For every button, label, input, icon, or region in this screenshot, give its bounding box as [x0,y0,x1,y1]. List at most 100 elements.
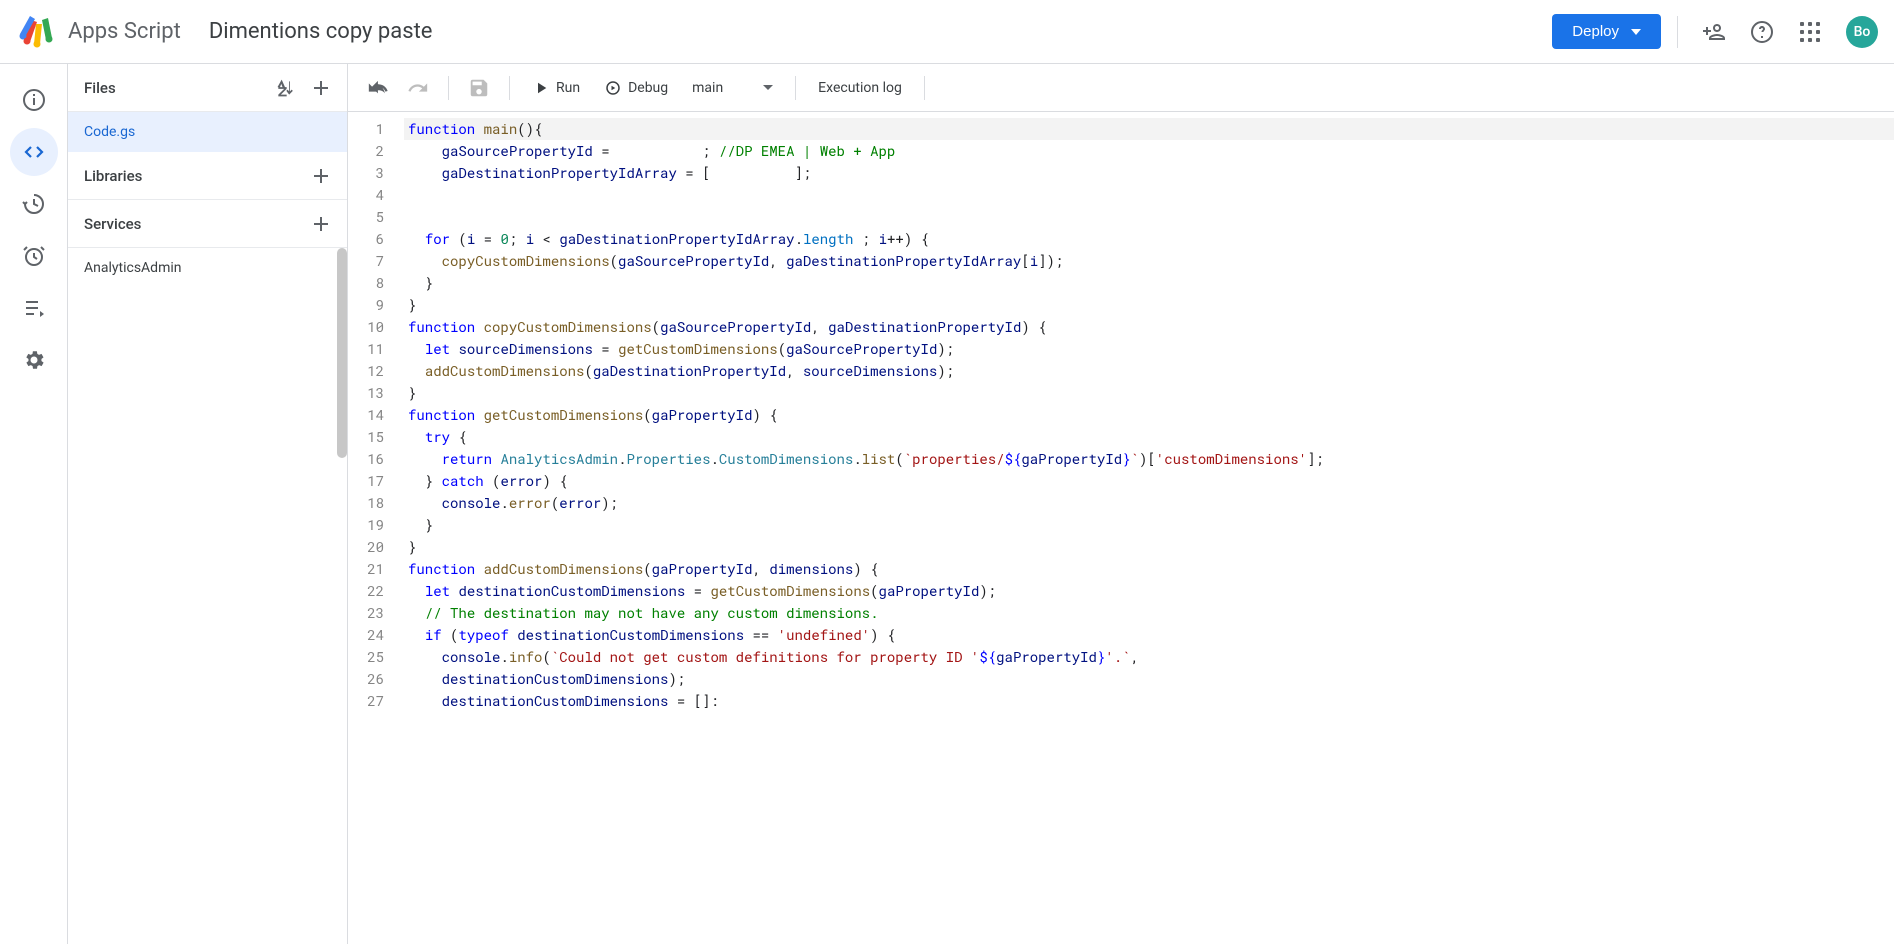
code-line[interactable]: for (i = 0; i < gaDestinationPropertyIdA… [404,228,1894,250]
alarm-icon [22,244,46,268]
sort-files-button[interactable] [267,70,303,106]
code-line[interactable]: } [404,514,1894,536]
account-avatar[interactable]: Bo [1846,16,1878,48]
code-line[interactable]: function copyCustomDimensions(gaSourcePr… [404,316,1894,338]
save-icon [468,77,490,99]
code-line[interactable]: copyCustomDimensions(gaSourcePropertyId,… [404,250,1894,272]
code-line[interactable]: console.info(`Could not get custom defin… [404,646,1894,668]
nav-triggers[interactable] [10,232,58,280]
google-apps-button[interactable] [1790,12,1830,52]
nav-settings[interactable] [10,336,58,384]
scrollbar-thumb[interactable] [337,248,347,458]
redo-button[interactable] [400,70,436,106]
divider [1677,16,1678,48]
run-button[interactable]: Run [522,73,590,103]
code-line[interactable]: } [404,536,1894,558]
code-line[interactable]: return AnalyticsAdmin.Properties.CustomD… [404,448,1894,470]
nav-editor[interactable] [10,128,58,176]
toolbar-divider [448,76,449,100]
code-line[interactable]: let destinationCustomDimensions = getCus… [404,580,1894,602]
services-list: AnalyticsAdmin [68,248,347,288]
code-line[interactable] [404,206,1894,228]
code-line[interactable]: } [404,272,1894,294]
files-label: Files [84,79,267,97]
nav-overview[interactable] [10,76,58,124]
play-icon [532,79,550,97]
nav-project-history[interactable] [10,180,58,228]
plus-icon [309,76,333,100]
code-line[interactable]: addCustomDimensions(gaDestinationPropert… [404,360,1894,382]
code-line[interactable]: console.error(error); [404,492,1894,514]
code-line[interactable]: function addCustomDimensions(gaPropertyI… [404,558,1894,580]
code-line[interactable]: } [404,382,1894,404]
code-line[interactable]: try { [404,426,1894,448]
add-file-button[interactable] [303,70,339,106]
person-add-icon [1702,20,1726,44]
code-line[interactable]: // The destination may not have any cust… [404,602,1894,624]
debug-icon [604,79,622,97]
apps-grid-icon [1800,22,1820,42]
execution-log-label: Execution log [818,80,902,96]
debug-button[interactable]: Debug [594,73,678,103]
header-right: Deploy Bo [1552,12,1878,52]
save-button[interactable] [461,70,497,106]
caret-down-icon [1631,29,1641,35]
files-sidebar: Files Code.gs Libraries Services Analyti… [68,64,348,944]
deploy-button[interactable]: Deploy [1552,14,1661,49]
code-line[interactable]: destinationCustomDimensions); [404,668,1894,690]
code-line[interactable]: } catch (error) { [404,470,1894,492]
function-select[interactable]: main [682,74,783,102]
help-button[interactable] [1742,12,1782,52]
info-icon [22,88,46,112]
services-header: Services [68,200,347,248]
logo-area: Apps Script [16,12,181,52]
files-list: Code.gs [68,112,347,152]
project-title[interactable]: Dimentions copy paste [209,19,433,44]
code-content[interactable]: function main(){ gaSourcePropertyId = ; … [404,118,1894,944]
avatar-initials: Bo [1854,24,1871,40]
undo-icon [367,77,389,99]
sort-az-icon [275,78,295,98]
caret-down-icon [763,85,773,90]
code-line[interactable]: } [404,294,1894,316]
code-line[interactable]: let sourceDimensions = getCustomDimensio… [404,338,1894,360]
share-button[interactable] [1694,12,1734,52]
undo-button[interactable] [360,70,396,106]
debug-label: Debug [628,80,668,96]
nav-rail [0,64,68,944]
toolbar-divider [795,76,796,100]
help-icon [1750,20,1774,44]
code-line[interactable] [404,184,1894,206]
execution-log-button[interactable]: Execution log [808,74,912,102]
code-line[interactable]: gaDestinationPropertyIdArray = [ ]; [404,162,1894,184]
redo-icon [407,77,429,99]
add-service-button[interactable] [303,206,339,242]
toolbar-divider [924,76,925,100]
history-icon [22,192,46,216]
plus-icon [309,164,333,188]
editor-toolbar: Run Debug main Execution log [348,64,1894,112]
product-name: Apps Script [68,19,181,44]
code-line[interactable]: destinationCustomDimensions = []: [404,690,1894,712]
add-library-button[interactable] [303,158,339,194]
services-list-area: AnalyticsAdmin [68,248,347,944]
libraries-header: Libraries [68,152,347,200]
app-header: Apps Script Dimentions copy paste Deploy… [0,0,1894,64]
toolbar-divider [509,76,510,100]
service-item[interactable]: AnalyticsAdmin [68,248,347,288]
code-icon [22,140,46,164]
code-line[interactable]: function getCustomDimensions(gaPropertyI… [404,404,1894,426]
code-line[interactable]: gaSourcePropertyId = ; //DP EMEA | Web +… [404,140,1894,162]
nav-executions[interactable] [10,284,58,332]
code-line[interactable]: function main(){ [404,118,1894,140]
function-select-value: main [692,80,723,96]
executions-icon [22,296,46,320]
line-number-gutter: 1234567891011121314151617181920212223242… [348,118,404,944]
code-line[interactable]: if (typeof destinationCustomDimensions =… [404,624,1894,646]
deploy-label: Deploy [1572,23,1619,40]
gear-icon [22,348,46,372]
plus-icon [309,212,333,236]
file-item[interactable]: Code.gs [68,112,347,152]
code-editor[interactable]: 1234567891011121314151617181920212223242… [348,112,1894,944]
files-header: Files [68,64,347,112]
